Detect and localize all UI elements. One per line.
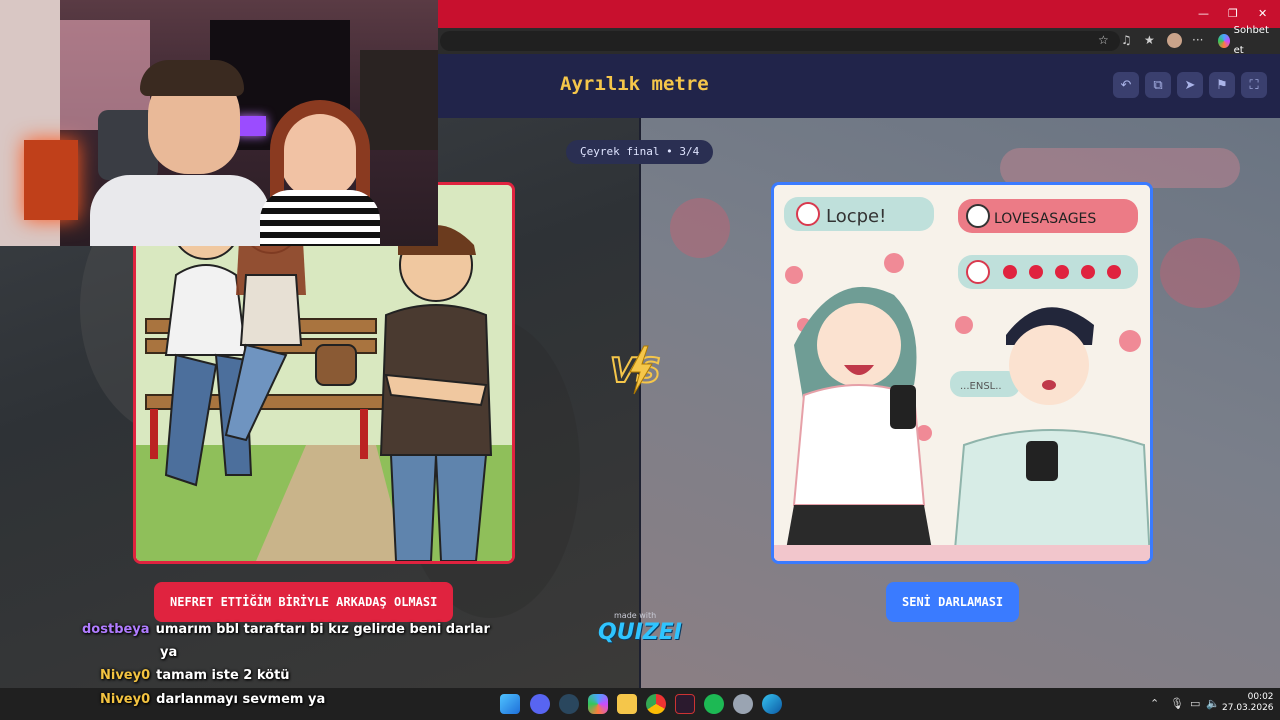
versus-divider	[639, 118, 641, 690]
share-button[interactable]: ⧉	[1145, 72, 1171, 98]
flag-icon: ⚑	[1216, 77, 1228, 93]
webcam-overlay	[0, 0, 438, 246]
favorite-star-icon[interactable]: ☆	[1098, 33, 1109, 47]
steam-icon[interactable]	[559, 694, 579, 714]
send-icon: ➤	[1184, 77, 1196, 93]
made-with-text: made with	[614, 611, 657, 620]
clock-date: 27.03.2026	[1222, 703, 1274, 713]
fullscreen-button[interactable]: ⛶	[1241, 72, 1267, 98]
tray-chevron-icon[interactable]: ⌃	[1150, 697, 1159, 710]
chat-username: Nivey0	[100, 668, 151, 683]
brand-logo[interactable]: QUIZEI	[598, 620, 682, 645]
left-option-button[interactable]: NEFRET ETTİĞİM BİRİYLE ARKADAŞ OLMASI	[154, 582, 454, 622]
minimize-icon[interactable]: —	[1198, 7, 1209, 20]
report-button[interactable]: ⚑	[1209, 72, 1235, 98]
undo-button[interactable]: ↶	[1113, 72, 1139, 98]
chat-text: umarım bbl taraftarı bi kız gelirde beni…	[155, 622, 490, 637]
system-clock[interactable]: 00:02 27.03.2026	[1222, 692, 1274, 714]
send-button[interactable]: ➤	[1177, 72, 1203, 98]
more-menu-icon[interactable]: ···	[1192, 33, 1203, 47]
sidebar-chat-button[interactable]: Sohbet et	[1212, 25, 1280, 56]
chat-text: darlanmayı sevmem ya	[156, 692, 326, 707]
favorites-icon[interactable]: ★	[1144, 33, 1155, 47]
bubble-text-2: LOVESASAGES	[994, 211, 1096, 227]
close-icon[interactable]: ✕	[1258, 7, 1267, 20]
address-input[interactable]	[440, 31, 1120, 51]
bubble-text-3: ...ENSL..	[960, 381, 1002, 392]
chat-message: dostbeya umarım bbl taraftarı bi kız geli…	[82, 622, 490, 637]
app-icon[interactable]	[675, 694, 695, 714]
right-option-button[interactable]: SENİ DARLAMASI	[886, 582, 1020, 622]
stage-badge: Çeyrek final • 3/4	[566, 140, 714, 164]
chat-username: Nivey0	[100, 692, 151, 707]
folder-icon[interactable]	[617, 694, 637, 714]
versus-emblem: VS	[609, 345, 662, 395]
chat-text: tamam iste 2 kötü	[156, 668, 290, 683]
chat-message: Nivey0 darlanmayı sevmem ya	[100, 692, 325, 707]
fullscreen-icon: ⛶	[1249, 77, 1259, 93]
copilot-icon	[1218, 34, 1230, 48]
chat-username: dostbeya	[82, 622, 150, 637]
page-title: Ayrılık metre	[560, 73, 709, 95]
undo-icon: ↶	[1120, 77, 1132, 93]
edge-icon[interactable]	[762, 694, 782, 714]
clock-time: 00:02	[1247, 692, 1274, 702]
chat-message: Nivey0 tamam iste 2 kötü	[100, 668, 290, 683]
bubble-text-1: Locpe!	[826, 206, 886, 227]
spotify-icon[interactable]	[704, 694, 724, 714]
chat-message-continued: ya	[160, 645, 178, 660]
right-option-illustration: Locpe! LOVESASAGES ...ENSL..	[774, 185, 1150, 561]
profile-avatar[interactable]	[1167, 33, 1182, 48]
settings-icon[interactable]	[733, 694, 753, 714]
extensions-icon[interactable]: ♫	[1121, 33, 1132, 47]
copilot-icon[interactable]	[588, 694, 608, 714]
windows-start-icon[interactable]	[500, 694, 520, 714]
share-icon: ⧉	[1153, 77, 1163, 93]
maximize-icon[interactable]: ❐	[1228, 7, 1238, 20]
volume-icon[interactable]: 🔈	[1206, 697, 1220, 710]
discord-icon[interactable]	[530, 694, 550, 714]
right-option-card[interactable]: Locpe! LOVESASAGES ...ENSL..	[771, 182, 1153, 564]
chrome-icon[interactable]	[646, 694, 666, 714]
display-icon[interactable]: ▭	[1190, 697, 1200, 710]
microphone-icon[interactable]: 🎙	[1170, 697, 1184, 710]
